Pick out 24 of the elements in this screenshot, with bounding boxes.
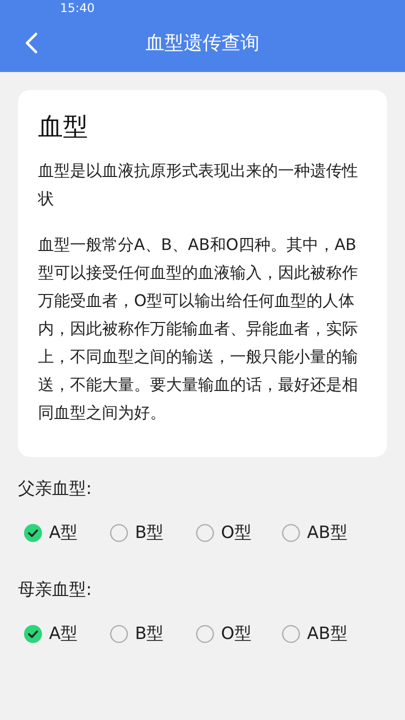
group-label: 父亲血型:: [18, 478, 93, 501]
radio-unchecked-icon[interactable]: [282, 524, 300, 542]
status-time: 15:40: [60, 2, 95, 14]
description-paragraph: 血型是以血液抗原形式表现出来的一种遗传性状: [38, 160, 359, 210]
radio-option[interactable]: O型: [196, 622, 282, 645]
radio-option[interactable]: B型: [110, 622, 196, 645]
radio-unchecked-icon[interactable]: [196, 624, 214, 642]
radio-unchecked-icon[interactable]: [110, 524, 128, 542]
radio-option[interactable]: O型: [196, 521, 282, 544]
radio-checked-icon[interactable]: [24, 624, 42, 642]
radio-checked-icon[interactable]: [24, 524, 42, 542]
radio-unchecked-icon[interactable]: [282, 624, 300, 642]
radio-option[interactable]: B型: [110, 521, 196, 544]
radio-unchecked-icon[interactable]: [196, 524, 214, 542]
radio-option[interactable]: A型: [24, 622, 110, 645]
radio-option[interactable]: AB型: [282, 622, 368, 645]
group-label: 母亲血型:: [18, 579, 93, 602]
description-paragraph: 血型一般常分A、B、AB和O四种。其中，AB型可以接受任何血型的血液输入，因此被称作万能受血者，O型可以输出给任何血型的人体内，因此被称作万能输血者、异能血者，实际上，不同血型之间的输送，一般只能小量的输送，不能大量。要大量输血的话，最好还是相同血型之间为好。: [38, 234, 359, 424]
radio-unchecked-icon[interactable]: [110, 624, 128, 642]
page-title: 血型遗传查询: [146, 31, 260, 56]
back-icon[interactable]: [24, 32, 38, 54]
radio-option[interactable]: AB型: [282, 521, 368, 544]
radio-option[interactable]: A型: [24, 521, 110, 544]
card-title: 血型: [38, 111, 89, 143]
